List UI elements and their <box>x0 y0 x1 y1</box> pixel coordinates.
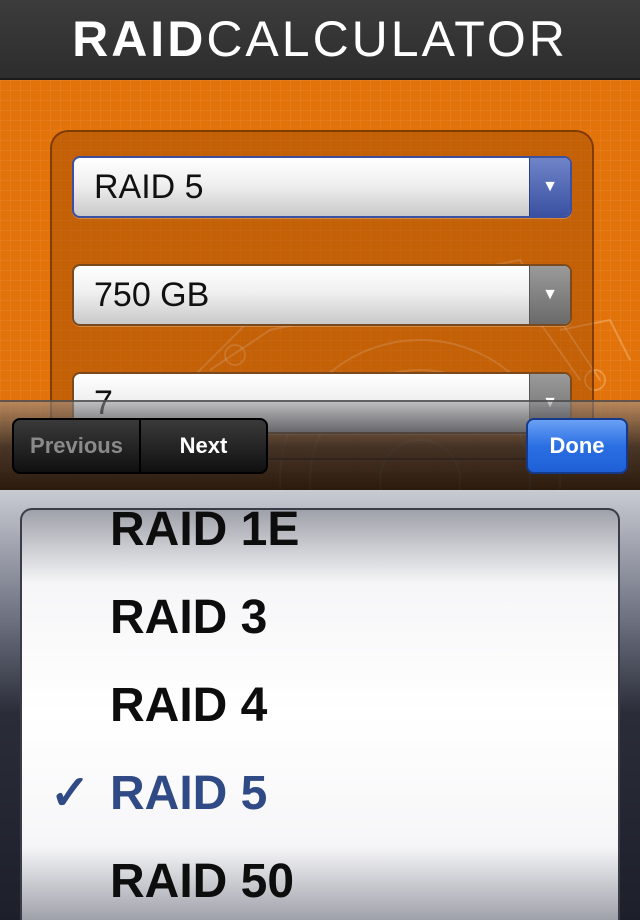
picker-option[interactable]: RAID 3 <box>22 574 618 662</box>
picker-option-selected[interactable]: ✓ RAID 5 <box>22 750 618 838</box>
next-button[interactable]: Next <box>141 420 266 472</box>
previous-button[interactable]: Previous <box>14 420 139 472</box>
picker-option-label: RAID 4 <box>110 679 268 732</box>
picker-option-label: RAID 5 <box>110 767 268 820</box>
previous-next-control: Previous Next <box>12 418 268 474</box>
app-title-bold: RAID <box>72 11 207 67</box>
picker-option-label: RAID 3 <box>110 591 268 644</box>
app-title-light: CALCULATOR <box>206 11 568 67</box>
chevron-down-icon[interactable]: ▼ <box>529 158 570 216</box>
disk-size-value: 750 GB <box>94 276 210 314</box>
input-accessory-toolbar: Previous Next Done <box>0 400 640 492</box>
raid-level-value: RAID 5 <box>94 168 204 206</box>
check-mark-icon: ✓ <box>50 767 91 820</box>
app-title: RAID CALCULATOR <box>0 0 640 80</box>
picker-option[interactable]: RAID 4 <box>22 662 618 750</box>
done-button[interactable]: Done <box>526 418 628 474</box>
picker-option[interactable]: RAID 50 <box>22 838 618 920</box>
raid-level-select[interactable]: RAID 5 ▼ <box>72 156 572 218</box>
chevron-down-icon[interactable]: ▼ <box>529 266 570 324</box>
picker-option-label: RAID 50 <box>110 855 295 908</box>
raid-level-picker[interactable]: RAID 1E RAID 3 RAID 4 ✓ RAID 5 RAID 50 <box>20 508 620 920</box>
picker-option[interactable]: RAID 1E <box>22 508 618 574</box>
picker-option-label: RAID 1E <box>110 508 300 556</box>
disk-size-select[interactable]: 750 GB ▼ <box>72 264 572 326</box>
